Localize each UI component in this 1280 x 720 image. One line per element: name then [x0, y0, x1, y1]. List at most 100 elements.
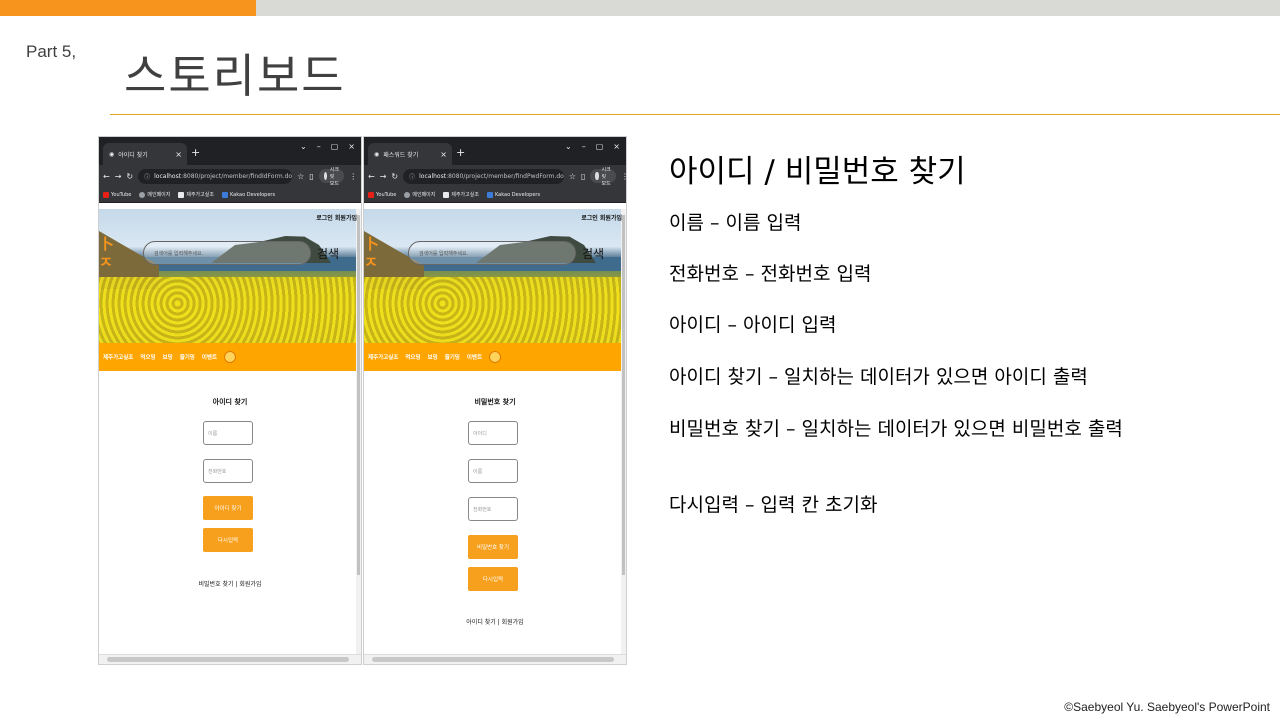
star-icon[interactable]: ☆	[569, 172, 576, 181]
forward-icon[interactable]: →	[380, 172, 387, 181]
forward-icon[interactable]: →	[115, 172, 122, 181]
back-icon[interactable]: ←	[368, 172, 375, 181]
vertical-scrollbar[interactable]	[356, 209, 361, 654]
nav-item-enjoy[interactable]: 즐기밍	[180, 353, 195, 361]
search-input[interactable]: 검색어를 입력해주세요.	[408, 241, 576, 265]
page-icon	[443, 191, 450, 198]
site-logo[interactable]: 卜ㅈ	[364, 235, 379, 291]
nav-item-see[interactable]: 보밍	[428, 353, 438, 361]
nav-item-home[interactable]: 제주가고싶조	[103, 353, 133, 361]
phone-input[interactable]: 전화번호	[468, 497, 518, 521]
globe-icon: ◉	[109, 150, 115, 158]
reload-icon[interactable]: ↻	[126, 172, 133, 181]
globe-icon: ◉	[374, 150, 380, 158]
bookmarks-bar: YouTube 메인페이지 제주가고싶조 Kakao Developers	[364, 187, 626, 203]
hero-banner: 로그인 회원가입 卜ㅈ 검색어를 입력해주세요. 검색	[364, 209, 626, 343]
bookmark-main[interactable]: 메인페이지	[139, 191, 170, 198]
address-bar: ← → ↻ ⓘ localhost:8080/project/member/fi…	[99, 165, 361, 187]
find-password-form: 비밀번호 찾기 아이디 이름 전화번호 비밀번호 찾기 다시입력 아이디 찾기 …	[364, 371, 626, 653]
page-icon	[178, 191, 185, 198]
mascot-icon	[489, 351, 502, 363]
reload-icon[interactable]: ↻	[391, 172, 398, 181]
globe-icon	[139, 191, 146, 198]
description-heading: 아이디 / 비밀번호 찾기	[669, 154, 966, 190]
part-label: Part 5,	[26, 42, 77, 61]
site-logo[interactable]: 卜ㅈ	[99, 235, 114, 291]
bookmark-youtube[interactable]: YouTube	[368, 191, 396, 198]
bookmarks-bar: YouTube 메인페이지 제주가고싶조 Kakao Developers	[99, 187, 361, 203]
bottom-links[interactable]: 비밀번호 찾기 | 회원가입	[99, 579, 361, 588]
login-signup-links[interactable]: 로그인 회원가입	[581, 213, 622, 222]
profile-chip[interactable]: 시크릿 모드	[318, 167, 345, 187]
bookmark-kakao[interactable]: Kakao Developers	[486, 191, 540, 198]
reset-button[interactable]: 다시입력	[203, 528, 253, 552]
sidebar-icon[interactable]: ▯	[581, 172, 585, 181]
find-id-button[interactable]: 아이디 찾기	[203, 496, 253, 520]
back-icon[interactable]: ←	[103, 172, 110, 181]
menu-icon[interactable]: ⋮	[621, 172, 626, 181]
tab-bar: ◉ 아이디 찾기 × + ⌄ – ▢ ×	[99, 137, 361, 165]
mascot-icon	[224, 351, 237, 363]
kakao-icon	[221, 191, 228, 198]
nav-item-home[interactable]: 제주가고싶조	[368, 353, 398, 361]
name-input[interactable]: 이름	[468, 459, 518, 483]
star-icon[interactable]: ☆	[297, 172, 304, 181]
horizontal-scrollbar[interactable]	[364, 654, 626, 664]
id-input[interactable]: 아이디	[468, 421, 518, 445]
bookmark-main[interactable]: 메인페이지	[404, 191, 435, 198]
search-button[interactable]: 검색	[317, 245, 339, 262]
close-icon[interactable]: ×	[175, 150, 182, 159]
find-id-form: 아이디 찾기 이름 전화번호 아이디 찾기 다시입력 비밀번호 찾기 | 회원가…	[99, 371, 361, 653]
search-input[interactable]: 검색어를 입력해주세요.	[143, 241, 311, 265]
login-signup-links[interactable]: 로그인 회원가입	[316, 213, 357, 222]
url-input[interactable]: ⓘ localhost:8080/project/member/findIdFo…	[138, 168, 293, 184]
maximize-icon[interactable]: ▢	[596, 142, 604, 151]
hero-banner: 로그인 회원가입 卜ㅈ 검색어를 입력해주세요. 검색	[99, 209, 361, 343]
profile-chip[interactable]: 시크릿 모드	[590, 167, 617, 187]
new-tab-icon[interactable]: +	[191, 146, 200, 159]
bookmark-youtube[interactable]: YouTube	[103, 191, 131, 198]
maximize-icon[interactable]: ▢	[331, 142, 339, 151]
browser-tab[interactable]: ◉ 패스워드 찾기 ×	[368, 143, 452, 165]
minimize-icon[interactable]: –	[317, 142, 321, 151]
top-gray-bar	[256, 0, 1280, 16]
nav-item-see[interactable]: 보밍	[163, 353, 173, 361]
chevron-down-icon[interactable]: ⌄	[565, 142, 572, 151]
bookmark-jeju[interactable]: 제주가고싶조	[443, 191, 479, 198]
chevron-down-icon[interactable]: ⌄	[300, 142, 307, 151]
nav-item-event[interactable]: 이벤트	[467, 353, 482, 361]
find-password-button[interactable]: 비밀번호 찾기	[468, 535, 518, 559]
bottom-links[interactable]: 아이디 찾기 | 회원가입	[364, 617, 626, 626]
horizontal-scrollbar[interactable]	[99, 654, 361, 664]
browser-tab[interactable]: ◉ 아이디 찾기 ×	[103, 143, 187, 165]
name-input[interactable]: 이름	[203, 421, 253, 445]
kakao-icon	[486, 191, 493, 198]
nav-item-eat[interactable]: 먹으밍	[405, 353, 420, 361]
phone-input[interactable]: 전화번호	[203, 459, 253, 483]
desc-line-id: 아이디 – 아이디 입력	[669, 314, 837, 336]
vertical-scrollbar[interactable]	[621, 209, 626, 654]
window-controls: ⌄ – ▢ ×	[565, 142, 620, 151]
nav-item-eat[interactable]: 먹으밍	[140, 353, 155, 361]
close-window-icon[interactable]: ×	[613, 142, 620, 151]
menu-icon[interactable]: ⋮	[349, 172, 357, 181]
bookmark-jeju[interactable]: 제주가고싶조	[178, 191, 214, 198]
close-icon[interactable]: ×	[440, 150, 447, 159]
tab-bar: ◉ 패스워드 찾기 × + ⌄ – ▢ ×	[364, 137, 626, 165]
close-window-icon[interactable]: ×	[348, 142, 355, 151]
nav-item-enjoy[interactable]: 즐기밍	[445, 353, 460, 361]
sidebar-icon[interactable]: ▯	[309, 172, 313, 181]
info-icon: ⓘ	[144, 173, 151, 181]
nav-item-event[interactable]: 이벤트	[202, 353, 217, 361]
search-button[interactable]: 검색	[582, 245, 604, 262]
browser-screenshot-find-id: ◉ 아이디 찾기 × + ⌄ – ▢ × ← → ↻ ⓘ localhost:8…	[98, 136, 362, 665]
minimize-icon[interactable]: –	[582, 142, 586, 151]
desc-line-phone: 전화번호 – 전화번호 입력	[669, 263, 872, 285]
incognito-icon	[323, 172, 327, 180]
reset-button[interactable]: 다시입력	[468, 567, 518, 591]
bookmark-kakao[interactable]: Kakao Developers	[221, 191, 275, 198]
form-title: 비밀번호 찾기	[474, 398, 516, 406]
desc-line-reset: 다시입력 – 입력 칸 초기화	[669, 494, 878, 516]
new-tab-icon[interactable]: +	[456, 146, 465, 159]
url-input[interactable]: ⓘ localhost:8080/project/member/findPwdF…	[403, 168, 564, 184]
